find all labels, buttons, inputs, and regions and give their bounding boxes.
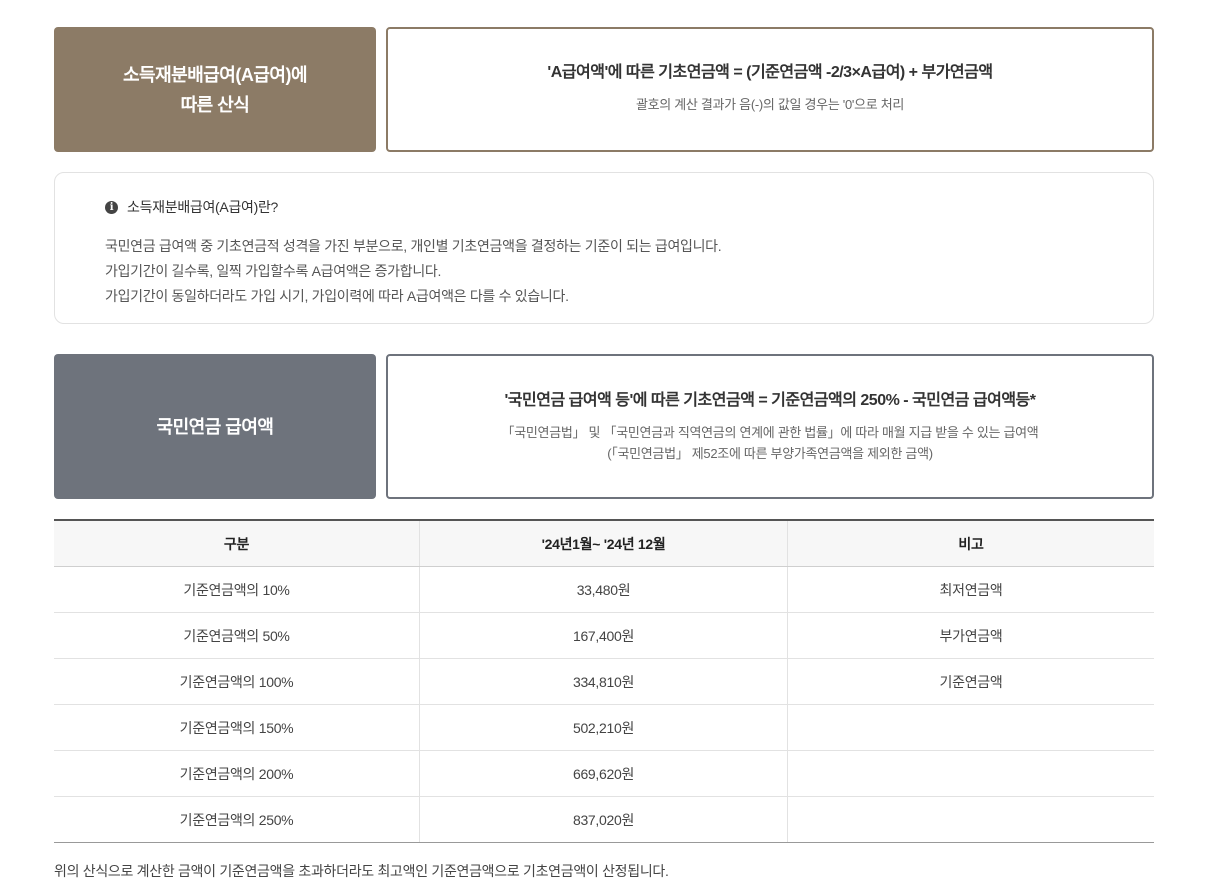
row-category-cell: 기준연금액의 10%	[54, 566, 420, 613]
row-amount-cell: 669,620원	[419, 750, 788, 797]
row-category-cell: 기준연금액의 200%	[54, 750, 420, 797]
a-benefit-formula-box: 'A급여액'에 따른 기초연금액 = (기준연금액 -2/3×A급여) + 부가…	[386, 27, 1154, 152]
table-row: 기준연금액의 250% 837,020원	[54, 796, 1154, 843]
table-row: 기준연금액의 100% 334,810원 기준연금액	[54, 658, 1154, 705]
row-category-cell: 기준연금액의 50%	[54, 612, 420, 659]
row-category-cell: 기준연금액의 250%	[54, 796, 420, 843]
table-header-row: 구분 '24년1월~ '24년 12월 비고	[54, 520, 1154, 567]
national-pension-label-box: 국민연금 급여액	[54, 354, 376, 499]
row-amount-cell: 33,480원	[419, 566, 788, 613]
row-remarks-cell	[787, 796, 1154, 843]
a-benefit-info-box: i 소득재분배급여(A급여)란? 국민연금 급여액 중 기초연금적 성격을 가진…	[54, 172, 1154, 324]
info-circle-icon: i	[105, 200, 118, 214]
info-line: 가입기간이 길수록, 일찍 가입할수록 A급여액은 증가합니다.	[105, 263, 442, 279]
pension-amount-table: 구분 '24년1월~ '24년 12월 비고 기준연금액의 10% 33,480…	[54, 519, 1154, 843]
row-remarks-cell: 기준연금액	[787, 658, 1154, 705]
a-benefit-label-line1: 소득재분배급여(A급여)에	[122, 64, 308, 85]
info-title-text: 소득재분배급여(A급여)란?	[127, 199, 279, 215]
table-row: 기준연금액의 50% 167,400원 부가연금액	[54, 612, 1154, 659]
national-pension-label: 국민연금 급여액	[156, 416, 274, 437]
row-remarks-cell: 최저연금액	[787, 566, 1154, 613]
a-benefit-label-line2: 따른 산식	[180, 94, 250, 115]
column-header-period: '24년1월~ '24년 12월	[419, 520, 788, 567]
table-row: 기준연금액의 150% 502,210원	[54, 704, 1154, 751]
table-row: 기준연금액의 10% 33,480원 최저연금액	[54, 566, 1154, 613]
row-amount-cell: 837,020원	[419, 796, 788, 843]
row-remarks-cell	[787, 704, 1154, 751]
row-category-cell: 기준연금액의 100%	[54, 658, 420, 705]
row-remarks-cell	[787, 750, 1154, 797]
info-line: 국민연금 급여액 중 기초연금적 성격을 가진 부분으로, 개인별 기초연금액을…	[105, 238, 722, 254]
a-benefit-formula: 'A급여액'에 따른 기초연금액 = (기준연금액 -2/3×A급여) + 부가…	[547, 64, 993, 81]
table-row: 기준연금액의 200% 669,620원	[54, 750, 1154, 797]
info-line: 가입기간이 동일하더라도 가입 시기, 가입이력에 따라 A급여액은 다를 수 …	[105, 288, 569, 304]
row-category-cell: 기준연금액의 150%	[54, 704, 420, 751]
national-pension-note-line1: 「국민연금법」 및 「국민연금과 직역연금의 연계에 관한 법률」에 따라 매월…	[501, 424, 1039, 440]
row-amount-cell: 502,210원	[419, 704, 788, 751]
column-header-remarks: 비고	[787, 520, 1154, 567]
footnote: 위의 산식으로 계산한 금액이 기준연금액을 초과하더라도 최고액인 기준연금액…	[54, 863, 669, 879]
national-pension-formula: '국민연금 급여액 등'에 따른 기초연금액 = 기준연금액의 250% - 국…	[504, 391, 1036, 409]
a-benefit-formula-section: 소득재분배급여(A급여)에 따른 산식 'A급여액'에 따른 기초연금액 = (…	[54, 27, 1154, 152]
a-benefit-label-box: 소득재분배급여(A급여)에 따른 산식	[54, 27, 376, 152]
national-pension-formula-box: '국민연금 급여액 등'에 따른 기초연금액 = 기준연금액의 250% - 국…	[386, 354, 1154, 499]
column-header-category: 구분	[54, 520, 420, 567]
national-pension-formula-section: 국민연금 급여액 '국민연금 급여액 등'에 따른 기초연금액 = 기준연금액의…	[54, 354, 1154, 499]
info-title: i 소득재분배급여(A급여)란?	[105, 197, 1153, 217]
row-amount-cell: 167,400원	[419, 612, 788, 659]
row-remarks-cell: 부가연금액	[787, 612, 1154, 659]
row-amount-cell: 334,810원	[419, 658, 788, 705]
national-pension-note-line2: (「국민연금법」 제52조에 따른 부양가족연금액을 제외한 금액)	[607, 445, 933, 461]
a-benefit-formula-note: 괄호의 계산 결과가 음(-)의 값일 경우는 '0'으로 처리	[635, 97, 905, 112]
